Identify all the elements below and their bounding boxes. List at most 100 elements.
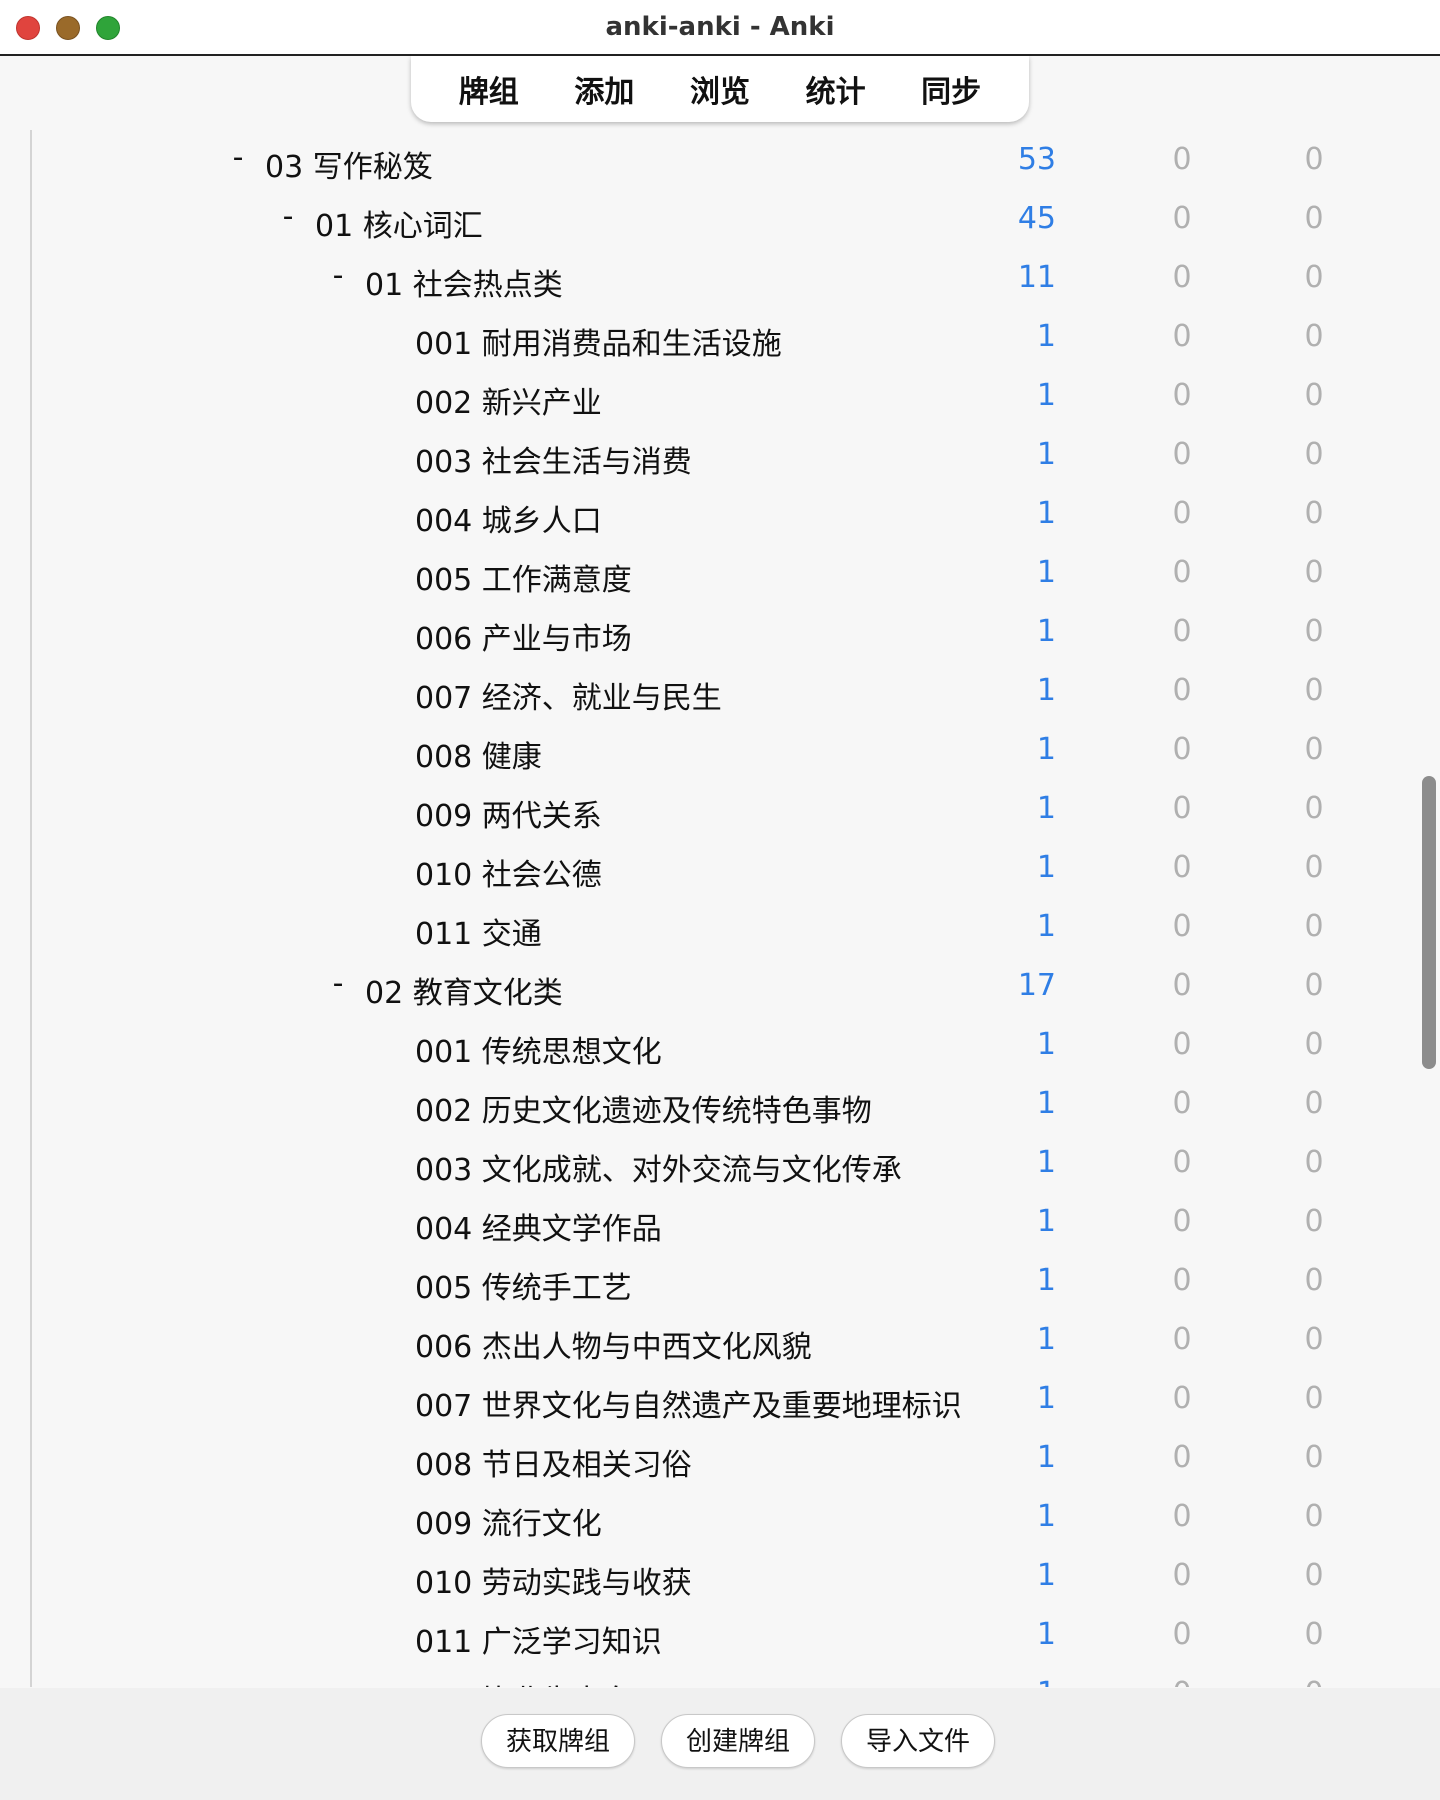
deck-name[interactable]: 004 城乡人口 bbox=[415, 496, 602, 540]
new-count: 1 bbox=[1036, 791, 1056, 826]
toolbar-stats[interactable]: 统计 bbox=[798, 63, 874, 115]
deck-name[interactable]: 011 广泛学习知识 bbox=[415, 1617, 662, 1661]
deck-row[interactable]: 003 文化成就、对外交流与文化传承 1 0 0 bbox=[0, 1133, 1400, 1192]
new-count: 1 bbox=[1036, 614, 1056, 649]
create-deck-button[interactable]: 创建牌组 bbox=[661, 1714, 815, 1768]
deck-name[interactable]: 002 历史文化遗迹及传统特色事物 bbox=[415, 1086, 872, 1130]
deck-row[interactable]: 010 劳动实践与收获 1 0 0 bbox=[0, 1546, 1400, 1605]
deck-name[interactable]: 010 劳动实践与收获 bbox=[415, 1558, 692, 1602]
due-count: 0 bbox=[1304, 1204, 1324, 1239]
deck-name[interactable]: 011 交通 bbox=[415, 909, 542, 953]
deck-list[interactable]: -03 写作秘笈 53 0 0-01 核心词汇 45 0 0-01 社会热点类 11 0 0 001… bbox=[0, 130, 1410, 1687]
deck-name[interactable]: 001 耐用消费品和生活设施 bbox=[415, 319, 782, 363]
deck-name[interactable]: 01 核心词汇 bbox=[315, 201, 483, 245]
deck-name[interactable]: 02 教育文化类 bbox=[365, 968, 563, 1012]
deck-name[interactable]: 008 健康 bbox=[415, 732, 542, 776]
due-count: 0 bbox=[1304, 378, 1324, 413]
deck-name[interactable]: 010 社会公德 bbox=[415, 850, 602, 894]
new-count: 1 bbox=[1036, 437, 1056, 472]
deck-name[interactable]: 008 节日及相关习俗 bbox=[415, 1440, 692, 1484]
due-count: 0 bbox=[1304, 319, 1324, 354]
deck-name[interactable]: 007 经济、就业与民生 bbox=[415, 673, 722, 717]
deck-row[interactable]: 008 节日及相关习俗 1 0 0 bbox=[0, 1428, 1400, 1487]
toolbar-sync[interactable]: 同步 bbox=[913, 63, 989, 115]
deck-row[interactable]: 001 传统思想文化 1 0 0 bbox=[0, 1015, 1400, 1074]
deck-row[interactable]: 005 传统手工艺 1 0 0 bbox=[0, 1251, 1400, 1310]
deck-row[interactable]: 007 世界文化与自然遗产及重要地理标识 1 0 0 bbox=[0, 1369, 1400, 1428]
toolbar-browse[interactable]: 浏览 bbox=[682, 63, 758, 115]
deck-row[interactable]: 007 经济、就业与民生 1 0 0 bbox=[0, 661, 1400, 720]
deck-row[interactable]: 008 健康 1 0 0 bbox=[0, 720, 1400, 779]
deck-name[interactable]: 007 世界文化与自然遗产及重要地理标识 bbox=[415, 1381, 962, 1425]
learn-count: 0 bbox=[1172, 437, 1192, 472]
deck-row[interactable]: 005 工作满意度 1 0 0 bbox=[0, 543, 1400, 602]
deck-name[interactable]: 006 产业与市场 bbox=[415, 614, 632, 658]
deck-row[interactable]: -01 社会热点类 11 0 0 bbox=[0, 248, 1400, 307]
collapse-toggle[interactable]: - bbox=[226, 140, 250, 175]
deck-name[interactable]: 001 传统思想文化 bbox=[415, 1027, 662, 1071]
deck-row[interactable]: 003 社会生活与消费 1 0 0 bbox=[0, 425, 1400, 484]
new-count: 1 bbox=[1036, 732, 1056, 767]
collapse-toggle[interactable]: - bbox=[276, 199, 300, 234]
vertical-scrollbar[interactable] bbox=[1422, 776, 1436, 1069]
deck-name[interactable]: 012 毕业生去向 bbox=[415, 1676, 632, 1687]
bottom-bar: 获取牌组 创建牌组 导入文件 bbox=[0, 1688, 1440, 1800]
deck-name[interactable]: 005 传统手工艺 bbox=[415, 1263, 632, 1307]
new-count: 1 bbox=[1037, 1676, 1056, 1687]
collapse-toggle[interactable]: - bbox=[326, 258, 350, 293]
deck-name[interactable]: 009 流行文化 bbox=[415, 1499, 602, 1543]
deck-name[interactable]: 01 社会热点类 bbox=[365, 260, 563, 304]
deck-row[interactable]: 011 广泛学习知识 1 0 0 bbox=[0, 1605, 1400, 1664]
get-shared-decks-button[interactable]: 获取牌组 bbox=[481, 1714, 635, 1768]
deck-row[interactable]: 006 产业与市场 1 0 0 bbox=[0, 602, 1400, 661]
deck-row[interactable]: 009 两代关系 1 0 0 bbox=[0, 779, 1400, 838]
deck-row[interactable]: 009 流行文化 1 0 0 bbox=[0, 1487, 1400, 1546]
learn-count: 0 bbox=[1172, 1322, 1192, 1357]
learn-count: 0 bbox=[1172, 1145, 1192, 1180]
deck-row[interactable]: 010 社会公德 1 0 0 bbox=[0, 838, 1400, 897]
new-count: 1 bbox=[1036, 909, 1056, 944]
learn-count: 0 bbox=[1172, 260, 1192, 295]
new-count: 1 bbox=[1036, 1263, 1056, 1298]
deck-row[interactable]: 012 毕业生去向 1 0 0 bbox=[0, 1664, 1400, 1687]
due-count: 0 bbox=[1300, 1676, 1328, 1687]
deck-row[interactable]: 006 杰出人物与中西文化风貌 1 0 0 bbox=[0, 1310, 1400, 1369]
new-count: 1 bbox=[1036, 850, 1056, 885]
learn-count: 0 bbox=[1172, 1086, 1192, 1121]
deck-row[interactable]: 002 历史文化遗迹及传统特色事物 1 0 0 bbox=[0, 1074, 1400, 1133]
due-count: 0 bbox=[1304, 142, 1324, 177]
new-count: 1 bbox=[1036, 673, 1056, 708]
new-count: 53 bbox=[1017, 142, 1056, 177]
due-count: 0 bbox=[1304, 496, 1324, 531]
deck-row[interactable]: -03 写作秘笈 53 0 0 bbox=[0, 130, 1400, 189]
deck-name[interactable]: 003 社会生活与消费 bbox=[415, 437, 692, 481]
due-count: 0 bbox=[1304, 968, 1324, 1003]
import-file-button[interactable]: 导入文件 bbox=[841, 1714, 995, 1768]
collapse-toggle[interactable]: - bbox=[326, 966, 350, 1001]
new-count: 1 bbox=[1036, 1322, 1056, 1357]
learn-count: 0 bbox=[1172, 1558, 1192, 1593]
deck-row[interactable]: 002 新兴产业 1 0 0 bbox=[0, 366, 1400, 425]
deck-row[interactable]: 004 经典文学作品 1 0 0 bbox=[0, 1192, 1400, 1251]
deck-name[interactable]: 003 文化成就、对外交流与文化传承 bbox=[415, 1145, 902, 1189]
due-count: 0 bbox=[1304, 1263, 1324, 1298]
deck-name[interactable]: 009 两代关系 bbox=[415, 791, 602, 835]
new-count: 1 bbox=[1036, 1027, 1056, 1062]
toolbar-decks[interactable]: 牌组 bbox=[451, 63, 527, 115]
deck-name[interactable]: 004 经典文学作品 bbox=[415, 1204, 662, 1248]
toolbar-add[interactable]: 添加 bbox=[566, 63, 642, 115]
deck-row[interactable]: 001 耐用消费品和生活设施 1 0 0 bbox=[0, 307, 1400, 366]
deck-row[interactable]: -02 教育文化类 17 0 0 bbox=[0, 956, 1400, 1015]
deck-name[interactable]: 002 新兴产业 bbox=[415, 378, 602, 422]
deck-row[interactable]: 004 城乡人口 1 0 0 bbox=[0, 484, 1400, 543]
deck-row[interactable]: 011 交通 1 0 0 bbox=[0, 897, 1400, 956]
title-bar[interactable]: anki-anki - Anki bbox=[0, 0, 1440, 56]
due-count: 0 bbox=[1304, 260, 1324, 295]
deck-name[interactable]: 03 写作秘笈 bbox=[265, 142, 433, 186]
deck-name[interactable]: 006 杰出人物与中西文化风貌 bbox=[415, 1322, 812, 1366]
due-count: 0 bbox=[1304, 555, 1324, 590]
deck-row[interactable]: -01 核心词汇 45 0 0 bbox=[0, 189, 1400, 248]
learn-count: 0 bbox=[1172, 968, 1192, 1003]
deck-name[interactable]: 005 工作满意度 bbox=[415, 555, 632, 599]
new-count: 1 bbox=[1036, 1558, 1056, 1593]
